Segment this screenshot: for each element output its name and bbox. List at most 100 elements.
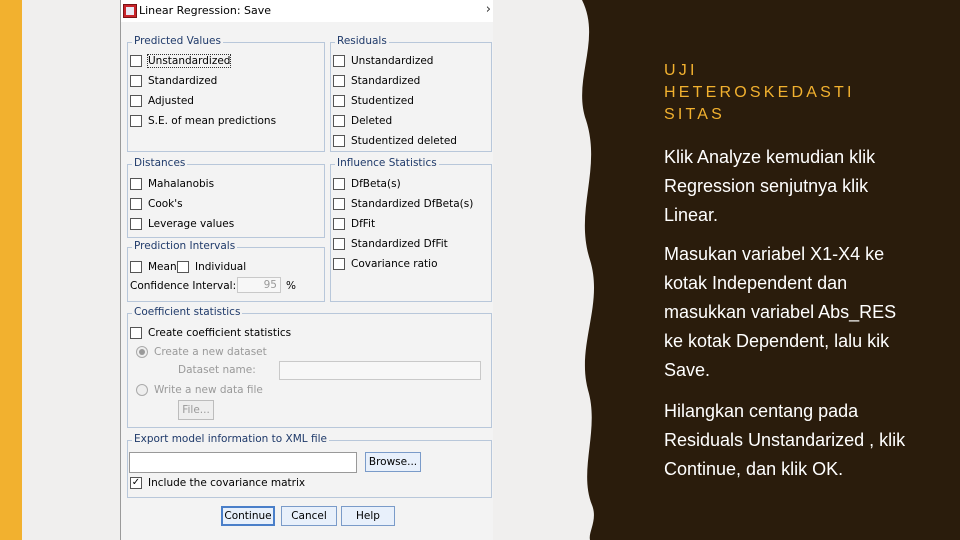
option-label: Standardized xyxy=(148,75,218,87)
option-label: Include the covariance matrix xyxy=(148,477,306,489)
prediction-intervals-legend: Prediction Intervals xyxy=(132,240,238,252)
inf-std-dfbeta-option[interactable]: Standardized DfBeta(s) xyxy=(333,198,473,210)
slide-title-line: UJI xyxy=(664,62,698,79)
create-coef-stats-option[interactable]: Create coefficient statistics xyxy=(130,327,291,339)
res-deleted-checkbox[interactable] xyxy=(333,115,345,127)
browse-button[interactable]: Browse... xyxy=(365,452,421,472)
res-studentized-checkbox[interactable] xyxy=(333,95,345,107)
option-label: DfBeta(s) xyxy=(351,178,401,190)
xml-path-field[interactable] xyxy=(129,452,357,473)
residuals-legend: Residuals xyxy=(335,35,389,47)
pred-unstandardized-checkbox[interactable] xyxy=(130,55,142,67)
option-label: S.E. of mean predictions xyxy=(148,115,277,127)
option-label: Unstandardized xyxy=(146,54,232,68)
close-icon[interactable]: › xyxy=(486,2,491,17)
include-covariance-option[interactable]: Include the covariance matrix xyxy=(130,477,305,489)
option-label: Dataset name: xyxy=(178,364,256,376)
influence-statistics-legend: Influence Statistics xyxy=(335,157,439,169)
option-label: Deleted xyxy=(351,115,393,127)
option-label: Mean xyxy=(148,261,177,273)
pred-standardized-option[interactable]: Standardized xyxy=(130,75,217,87)
include-covariance-checkbox[interactable] xyxy=(130,477,142,489)
res-standardized-option[interactable]: Standardized xyxy=(333,75,420,87)
dataset-name-label: Dataset name: xyxy=(178,364,256,376)
coefficient-statistics-legend: Coefficient statistics xyxy=(132,306,243,318)
inf-dffit-checkbox[interactable] xyxy=(333,218,345,230)
new-data-file-radio-option[interactable]: Write a new data file xyxy=(136,384,263,396)
res-unstandardized-checkbox[interactable] xyxy=(333,55,345,67)
new-data-file-radio[interactable] xyxy=(136,384,148,396)
pi-ci-unit: % xyxy=(286,280,296,292)
new-dataset-radio-option[interactable]: Create a new dataset xyxy=(136,346,267,358)
instruction-paragraph-3: Hilangkan centang pada Residuals Unstand… xyxy=(664,401,906,479)
dist-mahalanobis-checkbox[interactable] xyxy=(130,178,142,190)
instruction-paragraph-1: Klik Analyze kemudian klik Regression se… xyxy=(664,147,876,225)
slide-title: UJI HETEROSKEDASTI SITAS xyxy=(664,60,904,126)
inf-std-dffit-option[interactable]: Standardized DfFit xyxy=(333,238,448,250)
dist-leverage-option[interactable]: Leverage values xyxy=(130,218,234,230)
pi-mean-option[interactable]: Mean xyxy=(130,261,177,273)
inf-cov-ratio-option[interactable]: Covariance ratio xyxy=(333,258,438,270)
pred-adjusted-option[interactable]: Adjusted xyxy=(130,95,194,107)
pi-individual-option[interactable]: Individual xyxy=(177,261,246,273)
option-label: Write a new data file xyxy=(154,384,263,396)
dist-cooks-option[interactable]: Cook's xyxy=(130,198,183,210)
dist-leverage-checkbox[interactable] xyxy=(130,218,142,230)
instruction-paragraph-2: Masukan variabel X1-X4 ke kotak Independ… xyxy=(664,244,897,380)
file-button[interactable]: File... xyxy=(178,400,214,420)
option-label: Standardized DfFit xyxy=(351,238,448,250)
spss-app-icon xyxy=(123,4,137,18)
linear-regression-save-dialog: Linear Regression: Save › Predicted Valu… xyxy=(120,0,493,540)
res-unstandardized-option[interactable]: Unstandardized xyxy=(333,55,433,67)
res-studentized-option[interactable]: Studentized xyxy=(333,95,414,107)
dataset-name-field[interactable] xyxy=(279,361,481,380)
dialog-titlebar: Linear Regression: Save › xyxy=(121,0,493,22)
predicted-values-legend: Predicted Values xyxy=(132,35,223,47)
inf-std-dffit-checkbox[interactable] xyxy=(333,238,345,250)
pi-individual-checkbox[interactable] xyxy=(177,261,189,273)
inf-std-dfbeta-checkbox[interactable] xyxy=(333,198,345,210)
pi-mean-checkbox[interactable] xyxy=(130,261,142,273)
help-button[interactable]: Help xyxy=(341,506,395,526)
dialog-title: Linear Regression: Save xyxy=(139,4,272,17)
option-label: Leverage values xyxy=(148,218,235,230)
option-label: Studentized xyxy=(351,95,414,107)
pred-se-mean-checkbox[interactable] xyxy=(130,115,142,127)
option-label: Individual xyxy=(195,261,247,273)
option-label: Standardized DfBeta(s) xyxy=(351,198,474,210)
create-coef-stats-checkbox[interactable] xyxy=(130,327,142,339)
slide-title-line: SITAS xyxy=(664,106,726,123)
res-studentized-deleted-checkbox[interactable] xyxy=(333,135,345,147)
option-label: Unstandardized xyxy=(351,55,434,67)
dist-cooks-checkbox[interactable] xyxy=(130,198,142,210)
res-studentized-deleted-option[interactable]: Studentized deleted xyxy=(333,135,457,147)
option-label: Create coefficient statistics xyxy=(148,327,292,339)
pi-ci-label: Confidence Interval: xyxy=(130,280,236,292)
confidence-interval-field[interactable]: 95 xyxy=(237,277,281,293)
prediction-intervals-group: Prediction Intervals xyxy=(127,240,325,302)
pred-standardized-checkbox[interactable] xyxy=(130,75,142,87)
option-label: Adjusted xyxy=(148,95,194,107)
export-xml-legend: Export model information to XML file xyxy=(132,433,329,445)
option-label: Mahalanobis xyxy=(148,178,215,190)
option-label: Confidence Interval: xyxy=(130,280,237,292)
inf-dfbeta-checkbox[interactable] xyxy=(333,178,345,190)
accent-bar xyxy=(0,0,22,540)
slide-title-line: HETEROSKEDASTI xyxy=(664,84,855,101)
inf-cov-ratio-checkbox[interactable] xyxy=(333,258,345,270)
dist-mahalanobis-option[interactable]: Mahalanobis xyxy=(130,178,214,190)
cancel-button[interactable]: Cancel xyxy=(281,506,337,526)
pred-unstandardized-option[interactable]: Unstandardized xyxy=(130,54,232,68)
res-standardized-checkbox[interactable] xyxy=(333,75,345,87)
option-label: Studentized deleted xyxy=(351,135,457,147)
option-label: Cook's xyxy=(148,198,183,210)
inf-dfbeta-option[interactable]: DfBeta(s) xyxy=(333,178,401,190)
pred-adjusted-checkbox[interactable] xyxy=(130,95,142,107)
pred-se-mean-option[interactable]: S.E. of mean predictions xyxy=(130,115,276,127)
inf-dffit-option[interactable]: DfFit xyxy=(333,218,375,230)
option-label: DfFit xyxy=(351,218,376,230)
option-label: Create a new dataset xyxy=(154,346,267,358)
res-deleted-option[interactable]: Deleted xyxy=(333,115,392,127)
new-dataset-radio[interactable] xyxy=(136,346,148,358)
continue-button[interactable]: Continue xyxy=(221,506,275,526)
